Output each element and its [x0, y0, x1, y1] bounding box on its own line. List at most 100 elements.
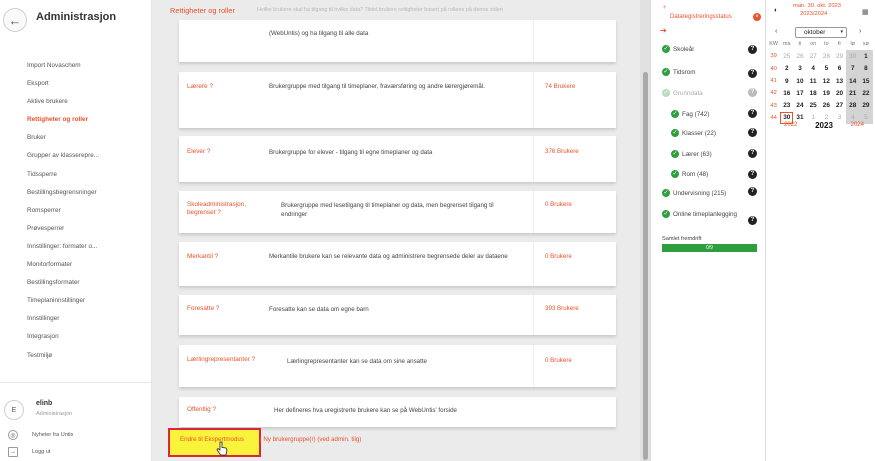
calendar-day[interactable]: 18: [807, 87, 820, 99]
calendar-day[interactable]: 23: [780, 99, 793, 111]
calendar-day[interactable]: 30: [846, 50, 860, 63]
group-user-count[interactable]: 0 Brukere: [545, 201, 572, 208]
next-month-icon[interactable]: ›: [859, 28, 861, 35]
sidebar-item[interactable]: Innstillinger: formater o...: [27, 238, 99, 256]
group-user-count[interactable]: 0 Brukere: [545, 253, 572, 260]
calendar-day[interactable]: 3: [793, 63, 806, 75]
group-user-count[interactable]: 393 Brukere: [545, 305, 579, 312]
calendar-day[interactable]: 26: [820, 99, 833, 111]
calendar-day[interactable]: 15: [859, 74, 873, 88]
avatar[interactable]: E: [4, 400, 24, 420]
help-icon[interactable]: ?: [748, 128, 757, 137]
user-name[interactable]: elinb: [36, 400, 52, 407]
group-name-link[interactable]: Skoleadministrasjon, begrenset ?: [187, 201, 267, 217]
calendar-day[interactable]: 10: [793, 75, 806, 87]
calendar-day[interactable]: 25: [807, 99, 820, 111]
calendar-day[interactable]: 4: [807, 63, 820, 75]
calendar-day[interactable]: 21: [846, 87, 860, 100]
calendar-day[interactable]: 24: [793, 99, 806, 111]
calendar-day[interactable]: 13: [833, 75, 846, 87]
group-name-link[interactable]: Lærlingrepresentanter ?: [187, 356, 277, 364]
calendar-day[interactable]: 5: [820, 63, 833, 75]
user-group-card[interactable]: Merkantil ? Merkantile brukere kan se re…: [179, 242, 616, 286]
sidebar-item[interactable]: Grupper av klasserepre...: [27, 147, 99, 165]
calendar-day[interactable]: 7: [846, 62, 860, 75]
calendar-day[interactable]: 2: [780, 63, 793, 75]
user-group-card[interactable]: Elever ? Brukergruppe for elever - tilga…: [179, 136, 616, 182]
calendar-day[interactable]: 1: [859, 50, 873, 63]
sidebar-item[interactable]: Innstillinger: [27, 310, 99, 328]
help-icon[interactable]: ?: [748, 88, 757, 97]
week-number[interactable]: 44: [767, 112, 780, 124]
expert-mode-link[interactable]: Endre til Ekspertmodus: [180, 436, 244, 443]
calendar-day[interactable]: 16: [780, 87, 793, 99]
sidebar-item[interactable]: Eksport: [27, 75, 99, 93]
arrow-right-icon[interactable]: ➔: [660, 26, 667, 35]
logout-link[interactable]: → Logg ut: [8, 447, 50, 457]
sidebar-item[interactable]: Timeplaninnstillinger: [27, 292, 99, 310]
status-row[interactable]: ✓ Undervisning (215): [662, 189, 726, 197]
calendar-day[interactable]: 29: [859, 99, 873, 112]
help-icon[interactable]: ?: [748, 170, 757, 179]
user-group-card[interactable]: Offentlig ? Her defineres hva uregistrer…: [179, 397, 616, 427]
calendar-day[interactable]: 8: [859, 62, 873, 75]
calendar-day[interactable]: 25: [780, 50, 793, 62]
help-icon[interactable]: ?: [748, 69, 757, 78]
user-group-card[interactable]: (WebUntis) og ha tilgang til alle data: [179, 20, 616, 62]
status-row[interactable]: ✓ Rom (48): [671, 170, 708, 178]
group-name-link[interactable]: Foresatte ?: [187, 305, 219, 313]
next-year[interactable]: 2024: [851, 122, 864, 130]
group-user-count[interactable]: 74 Brukere: [545, 83, 575, 90]
group-name-link[interactable]: Offentlig ?: [187, 406, 216, 414]
prev-month-icon[interactable]: ‹: [775, 28, 777, 35]
calendar-day[interactable]: 19: [820, 87, 833, 99]
help-icon[interactable]: ?: [748, 187, 757, 196]
group-name-link[interactable]: Elever ?: [187, 148, 210, 156]
user-group-card[interactable]: Skoleadministrasjon, begrenset ? Brukerg…: [179, 191, 616, 233]
group-name-link[interactable]: Merkantil ?: [187, 253, 218, 261]
sidebar-item[interactable]: Testmiljø: [27, 347, 99, 365]
week-number[interactable]: 40: [767, 63, 780, 75]
help-icon[interactable]: ?: [748, 216, 757, 225]
sidebar-item[interactable]: Romsperrer: [27, 202, 99, 220]
calendar-grid-icon[interactable]: ▦: [862, 8, 869, 16]
calendar-day[interactable]: 29: [833, 50, 846, 62]
help-icon[interactable]: ?: [748, 149, 757, 158]
group-user-count[interactable]: 376 Brukere: [545, 148, 579, 155]
month-select[interactable]: oktober ▾: [795, 27, 847, 38]
week-number[interactable]: 41: [767, 75, 780, 87]
week-number[interactable]: 39: [767, 50, 780, 62]
calendar-day[interactable]: 27: [807, 50, 820, 62]
user-group-card[interactable]: Lærere ? Brukergruppe med tilgang til ti…: [179, 72, 616, 128]
calendar-day[interactable]: 27: [833, 99, 846, 111]
status-row[interactable]: ✓ Skoleår: [662, 45, 694, 53]
close-icon[interactable]: ×: [753, 13, 761, 21]
calendar-day[interactable]: 12: [820, 75, 833, 87]
sidebar-item[interactable]: Rettigheter og roller: [27, 111, 99, 129]
calendar-day[interactable]: 28: [820, 50, 833, 62]
calendar-day[interactable]: 22: [859, 87, 873, 100]
status-row[interactable]: ✓ Grunndata: [662, 89, 703, 97]
user-group-card[interactable]: Lærlingrepresentanter ? Lærlingrepresent…: [179, 345, 616, 387]
calendar-day[interactable]: 9: [780, 75, 793, 87]
sidebar-item[interactable]: Bestillingsbegrensninger: [27, 184, 99, 202]
sidebar-item[interactable]: Tidssperre: [27, 166, 99, 184]
calendar-day[interactable]: 20: [833, 87, 846, 99]
sidebar-item[interactable]: Bestillingsformater: [27, 274, 99, 292]
sidebar-item[interactable]: Import Novaschem: [27, 57, 99, 75]
calendar-day[interactable]: 11: [807, 75, 820, 87]
calendar-day[interactable]: 14: [846, 74, 860, 88]
user-group-card[interactable]: Foresatte ? Foresatte kan se data om egn…: [179, 295, 616, 335]
new-user-group-link[interactable]: | Ny brukergruppe(r) (ved admin. tilg): [260, 436, 361, 443]
week-number[interactable]: 43: [767, 99, 780, 111]
status-row[interactable]: ✓ Tidsrom: [662, 68, 696, 76]
sidebar-item[interactable]: Monitorformater: [27, 256, 99, 274]
sidebar-item[interactable]: Bruker: [27, 129, 99, 147]
scrollbar-thumb[interactable]: [643, 72, 648, 460]
back-button[interactable]: ←: [3, 8, 27, 32]
sidebar-item[interactable]: Prøvesperrer: [27, 220, 99, 238]
sidebar-item[interactable]: Aktive brukere: [27, 93, 99, 111]
today-label[interactable]: man. 30. okt. 2023: [793, 3, 841, 9]
group-user-count[interactable]: 0 Brukere: [545, 357, 572, 364]
calendar-day[interactable]: 17: [793, 87, 806, 99]
